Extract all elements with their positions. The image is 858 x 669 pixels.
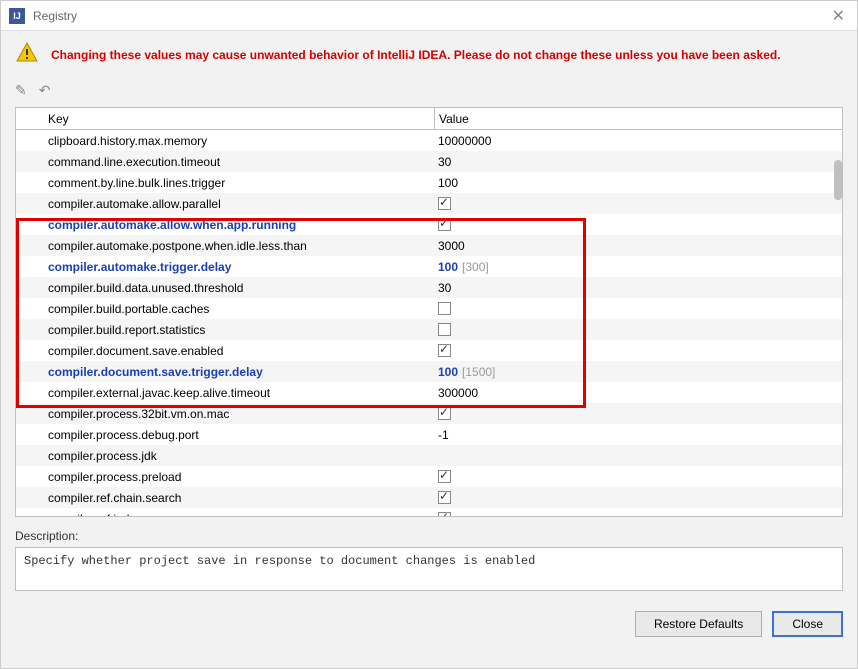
table-header: Key Value xyxy=(16,108,842,130)
checkbox[interactable] xyxy=(438,197,451,210)
key-cell: compiler.build.portable.caches xyxy=(44,302,434,316)
value-cell[interactable]: 10000000 xyxy=(434,130,842,151)
key-cell: compiler.build.report.statistics xyxy=(44,323,434,337)
value-cell[interactable]: 30 xyxy=(434,151,842,172)
warning-text: Changing these values may cause unwanted… xyxy=(51,48,781,62)
table-row[interactable]: compiler.build.report.statistics xyxy=(16,319,842,340)
table-row[interactable]: ∨compiler.ref.index xyxy=(16,508,842,517)
table-body[interactable]: clipboard.history.max.memory10000000comm… xyxy=(16,130,842,517)
value-cell[interactable] xyxy=(434,319,842,340)
value-cell[interactable] xyxy=(434,508,842,517)
key-cell: compiler.ref.chain.search xyxy=(44,491,434,505)
checkbox[interactable] xyxy=(438,491,451,504)
registry-dialog: IJ Registry ✕ Changing these values may … xyxy=(0,0,858,669)
table-row[interactable]: compiler.process.32bit.vm.on.mac xyxy=(16,403,842,424)
warning-bar: Changing these values may cause unwanted… xyxy=(1,31,857,78)
warning-icon xyxy=(15,41,39,68)
key-cell: compiler.document.save.trigger.delay xyxy=(44,365,434,379)
key-cell: comment.by.line.bulk.lines.trigger xyxy=(44,176,434,190)
key-cell: compiler.document.save.enabled xyxy=(44,344,434,358)
restore-defaults-button[interactable]: Restore Defaults xyxy=(635,611,762,637)
checkbox[interactable] xyxy=(438,512,451,517)
checkbox[interactable] xyxy=(438,302,451,315)
edit-icon[interactable]: ✎ xyxy=(15,82,27,99)
table-row[interactable]: compiler.automake.postpone.when.idle.les… xyxy=(16,235,842,256)
expand-cell[interactable]: ∨ xyxy=(16,512,44,518)
table-row[interactable]: compiler.build.data.unused.threshold30 xyxy=(16,277,842,298)
key-cell: compiler.automake.allow.parallel xyxy=(44,197,434,211)
key-cell: clipboard.history.max.memory xyxy=(44,134,434,148)
value-cell[interactable] xyxy=(434,445,842,466)
key-cell: compiler.external.javac.keep.alive.timeo… xyxy=(44,386,434,400)
table-row[interactable]: compiler.automake.trigger.delay100[300] xyxy=(16,256,842,277)
col-key-header[interactable]: Key xyxy=(44,112,434,126)
key-cell: compiler.process.preload xyxy=(44,470,434,484)
value-cell[interactable]: 30 xyxy=(434,277,842,298)
registry-table: Key Value clipboard.history.max.memory10… xyxy=(15,107,843,517)
titlebar: IJ Registry ✕ xyxy=(1,1,857,31)
checkbox[interactable] xyxy=(438,470,451,483)
value-cell[interactable] xyxy=(434,403,842,424)
toolbar: ✎ ↶ xyxy=(1,78,857,107)
value-cell[interactable] xyxy=(434,298,842,319)
table-row[interactable]: compiler.build.portable.caches xyxy=(16,298,842,319)
close-button[interactable]: Close xyxy=(772,611,843,637)
description-label: Description: xyxy=(15,529,843,543)
checkbox[interactable] xyxy=(438,407,451,420)
value-cell[interactable]: 100 xyxy=(434,172,842,193)
value-cell[interactable] xyxy=(434,214,842,235)
value-cell[interactable]: 3000 xyxy=(434,235,842,256)
checkbox[interactable] xyxy=(438,323,451,336)
checkbox[interactable] xyxy=(438,344,451,357)
value-cell[interactable]: 100[300] xyxy=(434,256,842,277)
table-row[interactable]: compiler.process.jdk xyxy=(16,445,842,466)
table-row[interactable]: compiler.process.preload xyxy=(16,466,842,487)
table-row[interactable]: compiler.document.save.enabled xyxy=(16,340,842,361)
table-row[interactable]: compiler.external.javac.keep.alive.timeo… xyxy=(16,382,842,403)
table-row[interactable]: clipboard.history.max.memory10000000 xyxy=(16,130,842,151)
key-cell: compiler.process.32bit.vm.on.mac xyxy=(44,407,434,421)
close-icon[interactable]: ✕ xyxy=(828,6,849,26)
value-cell[interactable] xyxy=(434,487,842,508)
scrollbar-thumb[interactable] xyxy=(834,160,842,200)
table-row[interactable]: compiler.automake.allow.parallel xyxy=(16,193,842,214)
checkbox[interactable] xyxy=(438,218,451,231)
button-bar: Restore Defaults Close xyxy=(1,591,857,651)
key-cell: compiler.build.data.unused.threshold xyxy=(44,281,434,295)
description-box: Specify whether project save in response… xyxy=(15,547,843,591)
value-cell[interactable]: 300000 xyxy=(434,382,842,403)
value-cell[interactable]: -1 xyxy=(434,424,842,445)
description-section: Description: Specify whether project sav… xyxy=(15,529,843,591)
key-cell: compiler.automake.trigger.delay xyxy=(44,260,434,274)
value-cell[interactable] xyxy=(434,466,842,487)
key-cell: compiler.process.jdk xyxy=(44,449,434,463)
value-cell[interactable] xyxy=(434,193,842,214)
app-icon: IJ xyxy=(9,8,25,24)
col-value-header[interactable]: Value xyxy=(434,108,842,129)
table-row[interactable]: command.line.execution.timeout30 xyxy=(16,151,842,172)
key-cell: compiler.automake.postpone.when.idle.les… xyxy=(44,239,434,253)
table-row[interactable]: compiler.document.save.trigger.delay100[… xyxy=(16,361,842,382)
revert-icon[interactable]: ↶ xyxy=(39,82,51,99)
value-cell[interactable]: 100[1500] xyxy=(434,361,842,382)
table-row[interactable]: compiler.automake.allow.when.app.running xyxy=(16,214,842,235)
table-row[interactable]: comment.by.line.bulk.lines.trigger100 xyxy=(16,172,842,193)
value-cell[interactable] xyxy=(434,340,842,361)
key-cell: compiler.process.debug.port xyxy=(44,428,434,442)
key-cell: command.line.execution.timeout xyxy=(44,155,434,169)
window-title: Registry xyxy=(33,9,828,23)
key-cell: compiler.ref.index xyxy=(44,512,434,518)
key-cell: compiler.automake.allow.when.app.running xyxy=(44,218,434,232)
table-row[interactable]: compiler.ref.chain.search xyxy=(16,487,842,508)
table-row[interactable]: compiler.process.debug.port-1 xyxy=(16,424,842,445)
